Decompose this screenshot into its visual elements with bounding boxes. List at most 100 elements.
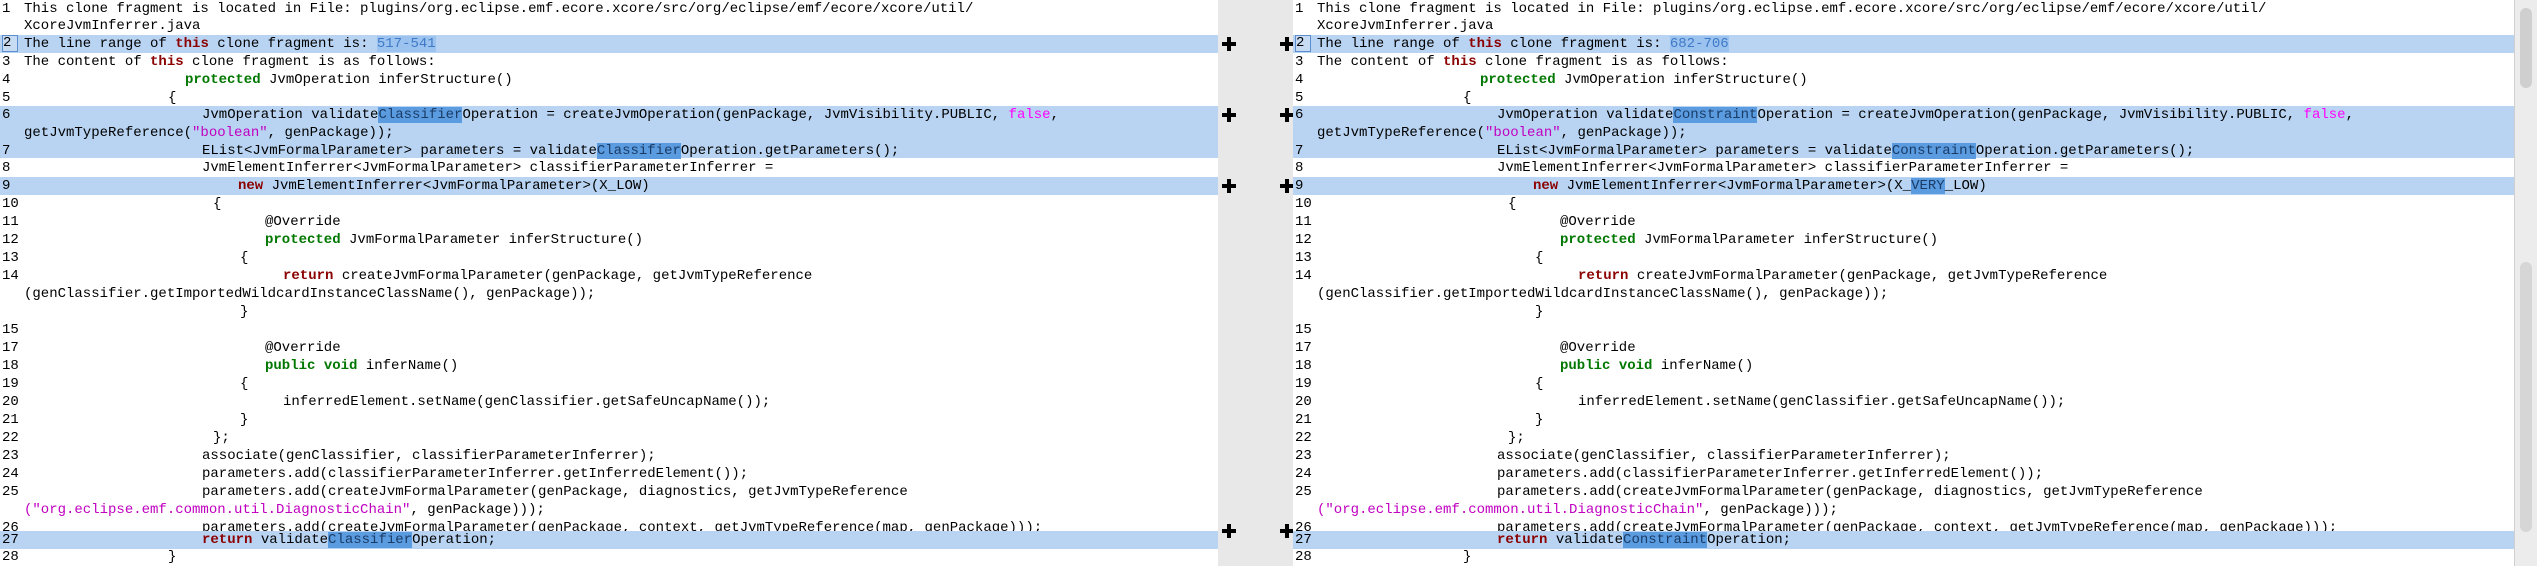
line-number: 15 — [2, 322, 19, 338]
plus-icon[interactable] — [1280, 524, 1294, 538]
scrollbar-thumb[interactable] — [2520, 8, 2532, 88]
right-line-4: 4 protected JvmOperation inferStructure(… — [1295, 72, 1808, 88]
left-line-1: 1 This clone fragment is located in File… — [0, 0, 1218, 18]
left-clone-pane[interactable]: 1 This clone fragment is located in File… — [0, 0, 1218, 566]
line-number: 27 — [2, 532, 19, 548]
left-line-27[interactable]: 27 return validateClassifierOperation; — [0, 531, 1218, 549]
line-number: 10 — [2, 196, 19, 212]
right-line-12: 12 protected JvmFormalParameter inferStr… — [1295, 232, 1939, 248]
line-number: 8 — [1295, 160, 1304, 176]
left-line-11: 11 @Override — [2, 214, 341, 230]
right-line-24: 24 parameters.add(classifierParameterInf… — [1295, 466, 2044, 482]
line-number: 14 — [2, 268, 19, 284]
line-number: 22 — [2, 430, 19, 446]
left-line-13: 13 { — [2, 250, 249, 266]
left-line-4: 4 protected JvmOperation inferStructure(… — [2, 72, 513, 88]
line-number: 7 — [2, 143, 11, 159]
left-line-24: 24 parameters.add(classifierParameterInf… — [2, 466, 749, 482]
plus-icon[interactable] — [1222, 179, 1236, 193]
right-line-23: 23 associate(genClassifier, classifierPa… — [1295, 448, 1951, 464]
left-line-8: 8 JvmElementInferrer<JvmFormalParameter>… — [2, 160, 774, 176]
plus-icon[interactable] — [1280, 179, 1294, 193]
left-line-25-wrap: ("org.eclipse.emf.common.util.Diagnostic… — [24, 502, 545, 518]
line-number: 3 — [1295, 54, 1304, 70]
right-line-8: 8 JvmElementInferrer<JvmFormalParameter>… — [1295, 160, 2069, 176]
right-line-25: 25 parameters.add(createJvmFormalParamet… — [1295, 484, 2203, 500]
line-number: 21 — [1295, 412, 1312, 428]
line-number: 9 — [1295, 178, 1304, 194]
right-line-6[interactable]: 6 JvmOperation validateConstraintOperati… — [1293, 106, 2514, 159]
line-number: 8 — [2, 160, 11, 176]
plus-icon[interactable] — [1280, 37, 1294, 51]
line-number: 10 — [1295, 196, 1312, 212]
clone-compare-view: 1 This clone fragment is located in File… — [0, 0, 2537, 566]
line-number: 27 — [1295, 532, 1312, 548]
left-line-3: 3 The content of this clone fragment is … — [0, 53, 1218, 71]
line-number: 24 — [1295, 466, 1312, 482]
right-line-9[interactable]: 9 new JvmElementInferrer<JvmFormalParame… — [1293, 177, 2514, 195]
line-number: 13 — [1295, 250, 1312, 266]
line-number: 13 — [2, 250, 19, 266]
line-number: 22 — [1295, 430, 1312, 446]
header-path: This clone fragment is located in File: … — [1317, 1, 2267, 17]
left-line-20: 20 inferredElement.setName(genClassifier… — [2, 394, 771, 410]
line-number: 5 — [2, 90, 11, 106]
right-clone-pane[interactable]: 1 This clone fragment is located in File… — [1293, 0, 2514, 566]
left-line-17: 17 @Override — [2, 340, 341, 356]
line-number: 23 — [1295, 448, 1312, 464]
header-path: This clone fragment is located in File: … — [24, 1, 974, 17]
plus-icon[interactable] — [1222, 37, 1236, 51]
line-number: 25 — [1295, 484, 1312, 500]
line-number: 2 — [2, 35, 18, 52]
left-line-5: 5 { — [2, 90, 177, 106]
left-line-2[interactable]: 2 The line range of this clone fragment … — [0, 35, 1218, 53]
scrollbar-track-region[interactable] — [2520, 262, 2532, 532]
left-line-10: 10 { — [2, 196, 222, 212]
plus-icon[interactable] — [1280, 108, 1294, 122]
right-line-11: 11 @Override — [1295, 214, 1636, 230]
line-number: 4 — [2, 72, 11, 88]
left-line-14-wrap: (genClassifier.getImportedWildcardInstan… — [24, 286, 596, 302]
left-line-18: 18 public void inferName() — [2, 358, 459, 374]
right-line-25-wrap: ("org.eclipse.emf.common.util.Diagnostic… — [1317, 502, 1838, 518]
line-number: 6 — [2, 107, 11, 123]
left-line-6[interactable]: 6 JvmOperation validateClassifierOperati… — [0, 106, 1218, 159]
left-line-15: 15 } — [2, 304, 249, 338]
right-line-14: 14 return createJvmFormalParameter(genPa… — [1295, 268, 2108, 284]
right-line-14-wrap: (genClassifier.getImportedWildcardInstan… — [1317, 286, 1889, 302]
left-line-12: 12 protected JvmFormalParameter inferStr… — [2, 232, 644, 248]
left-line-28: 28 } — [2, 549, 177, 565]
right-line-3: 3 The content of this clone fragment is … — [1293, 53, 2514, 71]
line-number: 19 — [1295, 376, 1312, 392]
right-line-2[interactable]: 2 The line range of this clone fragment … — [1293, 35, 2514, 53]
diff-identifier: Classifier — [378, 107, 463, 123]
range-value: 682-706 — [1669, 36, 1729, 52]
plus-icon[interactable] — [1222, 108, 1236, 122]
line-number: 24 — [2, 466, 19, 482]
left-line-1-wrap: XcoreJvmInferrer.java — [0, 17, 1218, 35]
diff-identifier: Constraint — [1673, 107, 1758, 123]
content-text: The content of this clone fragment is as… — [1317, 54, 1729, 70]
line-number: 1 — [2, 1, 11, 17]
right-line-18: 18 public void inferName() — [1295, 358, 1754, 374]
diff-identifier: VERY — [1911, 178, 1945, 194]
left-line-9[interactable]: 9 new JvmElementInferrer<JvmFormalParame… — [0, 177, 1218, 195]
diff-identifier: Constraint — [1623, 532, 1708, 548]
right-line-10: 10 { — [1295, 196, 1517, 212]
right-line-17: 17 @Override — [1295, 340, 1636, 356]
left-line-22: 22 }; — [2, 430, 230, 446]
line-number: 28 — [1295, 549, 1312, 565]
vertical-scrollbar[interactable] — [2514, 0, 2537, 566]
plus-icon[interactable] — [1222, 524, 1236, 538]
right-line-27[interactable]: 27 return validateConstraintOperation; — [1293, 531, 2514, 549]
line-number: 2 — [1295, 35, 1311, 52]
header-file: XcoreJvmInferrer.java — [24, 18, 201, 34]
range-text: The line range of this clone fragment is… — [24, 36, 436, 52]
line-number: 14 — [1295, 268, 1312, 284]
merge-gutter — [1218, 0, 1294, 566]
right-line-5: 5 { — [1295, 90, 1472, 106]
line-number: 19 — [2, 376, 19, 392]
line-number: 7 — [1295, 143, 1304, 159]
range-text: The line range of this clone fragment is… — [1317, 36, 1729, 52]
left-line-23: 23 associate(genClassifier, classifierPa… — [2, 448, 656, 464]
